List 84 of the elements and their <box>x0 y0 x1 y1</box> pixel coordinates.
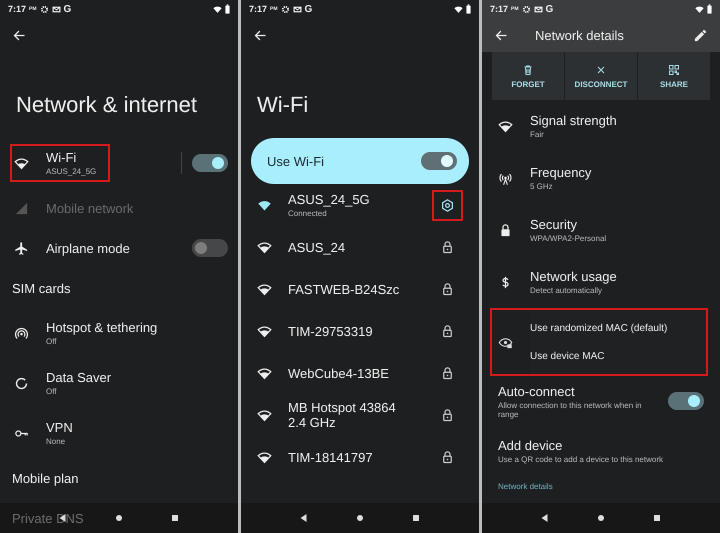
menu-option[interactable]: Use randomized MAC (default) <box>530 322 706 334</box>
setting-label[interactable]: Wi-Fi <box>46 150 96 165</box>
battery-icon <box>466 4 471 14</box>
battery-icon <box>707 4 712 14</box>
setting-label[interactable]: Hotspot & tethering <box>46 320 158 335</box>
status-time: 7:17 <box>8 4 26 14</box>
setting-label[interactable]: VPN <box>46 420 73 435</box>
status-letter: G <box>546 4 554 14</box>
gear-icon <box>280 4 290 14</box>
recents-icon[interactable] <box>169 512 181 524</box>
setting-summary: Off <box>46 337 58 346</box>
status-time: 7:17 <box>249 4 268 14</box>
detail-label: Auto-connect <box>498 384 576 398</box>
wifi-icon <box>14 156 29 170</box>
setting-label[interactable]: Airplane mode <box>46 240 130 256</box>
airplane-icon <box>14 240 29 256</box>
detail-label: Frequency <box>530 165 592 180</box>
envelope-icon <box>52 4 61 14</box>
detail-label: Security <box>530 217 578 232</box>
detail-value: Use a QR code to add a device to this network <box>498 455 663 464</box>
network-name[interactable]: TIM-29753319 <box>288 324 400 338</box>
toggle-switch[interactable] <box>421 152 457 170</box>
detail-value: Detect automatically <box>530 286 604 295</box>
signal-icon <box>14 200 29 216</box>
recents-icon[interactable] <box>410 512 422 524</box>
setting-summary: None <box>46 437 66 446</box>
qr-code-icon <box>668 64 680 76</box>
page-title: Wi-Fi <box>256 91 310 119</box>
edit-icon[interactable] <box>693 28 708 42</box>
close-icon <box>595 64 607 76</box>
detail-value: 5 GHz <box>530 182 554 191</box>
lock-icon <box>440 324 455 338</box>
setting-summary: Off <box>46 387 58 396</box>
status-time: 7:17 <box>490 4 508 14</box>
hotspot-icon <box>14 326 29 340</box>
page-title: Network & internet <box>15 91 198 119</box>
menu-option[interactable]: Use device MAC <box>530 350 706 362</box>
lock-icon <box>440 240 455 254</box>
use-wifi-switch-bar[interactable]: Use Wi-Fi <box>251 138 469 184</box>
network-status: Connected <box>288 209 328 218</box>
lock-icon <box>440 408 455 422</box>
home-icon[interactable] <box>354 512 366 524</box>
wifi-icon <box>695 4 704 14</box>
home-icon[interactable] <box>595 512 607 524</box>
trash-icon <box>522 64 534 76</box>
switch-bar-label: Use Wi-Fi <box>267 154 326 168</box>
toggle-switch[interactable] <box>192 154 228 172</box>
status-letter: G <box>64 4 72 14</box>
detail-label: Network usage <box>530 269 617 284</box>
network-name[interactable]: ASUS_24 <box>288 240 400 254</box>
network-name[interactable]: FASTWEB-B24Szc <box>288 282 400 296</box>
lock-icon <box>440 366 455 380</box>
detail-value: WPA/WPA2-Personal <box>530 234 606 243</box>
battery-icon <box>225 4 230 14</box>
detail-label[interactable]: Add device <box>498 438 663 453</box>
toggle-switch[interactable] <box>668 392 704 410</box>
detail-label: Signal strength <box>530 113 617 128</box>
network-name[interactable]: MB Hotspot 43864 2.4 GHz <box>288 400 400 430</box>
section-header: Network details <box>497 481 554 493</box>
envelope-icon <box>292 4 302 14</box>
recents-icon[interactable] <box>651 512 663 524</box>
status-letter: G <box>304 4 312 14</box>
toggle-switch[interactable] <box>192 239 228 257</box>
detail-value: Allow connection to this network when in range <box>498 400 643 418</box>
lock-icon <box>440 450 455 464</box>
data-saver-icon <box>14 376 29 390</box>
wifi-icon <box>213 4 222 14</box>
wifi-icon <box>454 4 463 14</box>
envelope-icon <box>534 4 543 14</box>
home-icon[interactable] <box>113 512 125 524</box>
setting-label[interactable]: SIM cards <box>12 280 71 296</box>
gear-icon <box>522 4 531 14</box>
network-name[interactable]: WebCube4-13BE <box>288 366 400 380</box>
lock-icon <box>440 282 455 296</box>
wifi-icon <box>498 118 513 134</box>
setting-summary: ASUS_24_5G <box>46 167 96 176</box>
setting-label[interactable]: Mobile plan <box>12 470 78 486</box>
network-name[interactable]: ASUS_24_5G <box>288 192 400 207</box>
detail-value: Fair <box>530 130 545 139</box>
settings-icon[interactable] <box>440 198 455 212</box>
network-name[interactable]: TIM-18141797 <box>288 450 400 464</box>
setting-label[interactable]: Data Saver <box>46 370 112 385</box>
gear-icon <box>40 4 49 14</box>
page-title: Network details <box>535 28 624 42</box>
